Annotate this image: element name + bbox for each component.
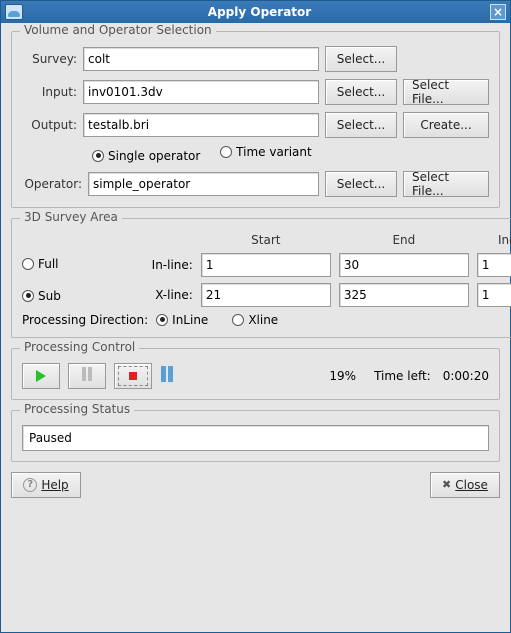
inline-end-input[interactable] [339, 253, 469, 277]
control-legend: Processing Control [20, 340, 139, 354]
help-label: Help [41, 478, 68, 492]
stop-frame-icon [118, 366, 148, 386]
close-label: Close [455, 478, 488, 492]
input-selectfile-button[interactable]: Select File... [403, 79, 489, 105]
timeleft-label: Time left: [374, 369, 431, 383]
input-select-button[interactable]: Select... [325, 79, 397, 105]
radio-icon [220, 146, 232, 158]
radio-icon [232, 314, 244, 326]
progress-bars-icon [160, 366, 174, 385]
input-label: Input: [22, 85, 77, 99]
operator-field[interactable] [88, 172, 319, 196]
window-close-button[interactable]: × [490, 4, 506, 20]
app-icon [5, 4, 23, 20]
progress-percent: 19% [329, 369, 356, 383]
inline-start-input[interactable] [201, 253, 331, 277]
help-icon: ? [23, 478, 37, 492]
mode-timevariant-radio[interactable]: Time variant [220, 145, 312, 159]
area-legend: 3D Survey Area [20, 210, 122, 224]
processing-control-section: Processing Control 19% Time left: 0:00:2… [11, 348, 500, 400]
output-field[interactable] [83, 113, 319, 137]
timeleft-value: 0:00:20 [443, 369, 489, 383]
xline-label: X-line: [143, 288, 193, 302]
operator-selectfile-button[interactable]: Select File... [403, 171, 489, 197]
app-window: Apply Operator × Volume and Operator Sel… [0, 0, 511, 633]
close-button[interactable]: ✖ Close [430, 472, 500, 498]
input-field[interactable] [83, 80, 319, 104]
area-full-label: Full [38, 257, 59, 271]
inc-header: Inc [477, 233, 511, 247]
inline-inc-input[interactable] [477, 253, 511, 277]
play-button[interactable] [22, 363, 60, 389]
processing-status-section: Processing Status Paused [11, 410, 500, 462]
xline-inc-input[interactable] [477, 283, 511, 307]
stop-icon [129, 372, 137, 380]
volume-operator-section: Volume and Operator Selection Survey: Se… [11, 31, 500, 208]
radio-icon [92, 150, 104, 162]
output-select-button[interactable]: Select... [325, 112, 397, 138]
window-title: Apply Operator [29, 5, 490, 19]
survey-select-button[interactable]: Select... [325, 46, 397, 72]
start-header: Start [201, 233, 331, 247]
progress-bars [160, 363, 174, 389]
pause-icon [81, 367, 93, 384]
area-full-radio[interactable]: Full [22, 257, 61, 271]
operator-select-button[interactable]: Select... [325, 171, 397, 197]
titlebar: Apply Operator × [1, 1, 510, 23]
end-header: End [339, 233, 469, 247]
mode-single-radio[interactable]: Single operator [92, 149, 200, 163]
pause-button[interactable] [68, 363, 106, 389]
procdir-xline-label: Xline [248, 313, 278, 327]
volume-legend: Volume and Operator Selection [20, 23, 216, 37]
stop-button[interactable] [114, 363, 152, 389]
survey-input[interactable] [83, 47, 319, 71]
close-icon: ✖ [442, 478, 451, 491]
procdir-label: Processing Direction: [22, 313, 148, 327]
area-sub-radio[interactable]: Sub [22, 289, 61, 303]
xline-start-input[interactable] [201, 283, 331, 307]
procdir-xline-radio[interactable]: Xline [232, 313, 278, 327]
radio-icon [22, 258, 34, 270]
inline-label: In-line: [143, 258, 193, 272]
output-label: Output: [22, 118, 77, 132]
operator-label: Operator: [22, 177, 82, 191]
mode-single-label: Single operator [108, 149, 200, 163]
procdir-inline-label: InLine [172, 313, 208, 327]
status-text: Paused [29, 431, 72, 445]
status-legend: Processing Status [20, 402, 134, 416]
survey-area-section: 3D Survey Area Full Sub Start End [11, 218, 511, 338]
procdir-inline-radio[interactable]: InLine [156, 313, 208, 327]
output-create-button[interactable]: Create... [403, 112, 489, 138]
close-x-icon: × [493, 5, 503, 19]
xline-end-input[interactable] [339, 283, 469, 307]
status-text-box: Paused [22, 425, 489, 451]
content-area: Volume and Operator Selection Survey: Se… [1, 23, 510, 508]
radio-icon [22, 290, 34, 302]
play-icon [36, 370, 46, 382]
radio-icon [156, 314, 168, 326]
area-sub-label: Sub [38, 289, 61, 303]
help-button[interactable]: ? Help [11, 472, 81, 498]
survey-label: Survey: [22, 52, 77, 66]
mode-timevariant-label: Time variant [236, 145, 312, 159]
